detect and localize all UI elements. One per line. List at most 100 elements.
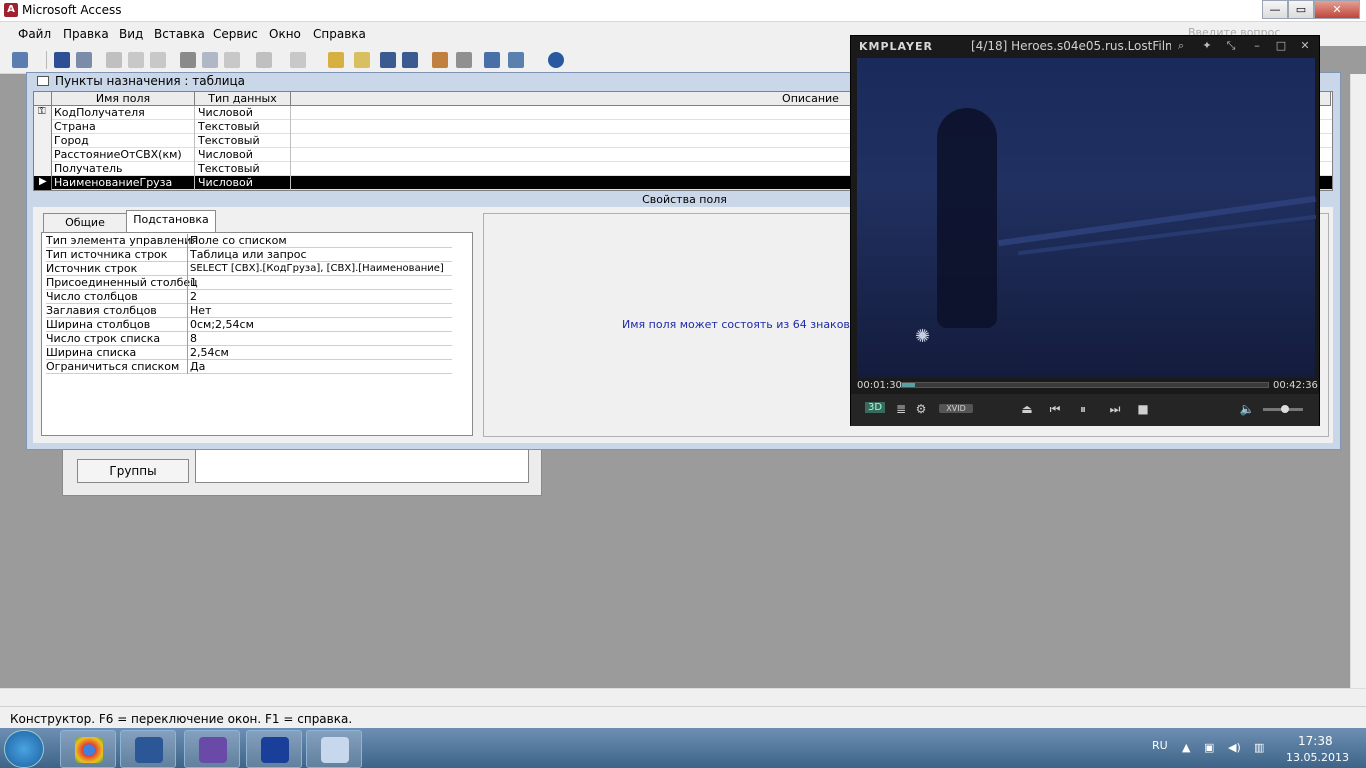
row-selector[interactable] xyxy=(34,120,52,134)
horizontal-scrollbar[interactable] xyxy=(0,688,1366,706)
property-row[interactable]: Тип элемента управления Поле со списком xyxy=(46,234,452,248)
property-row[interactable]: Источник строк SELECT [СВХ].[КодГруза], … xyxy=(46,262,452,276)
data-type-cell[interactable]: Числовой xyxy=(198,148,253,162)
cut-icon[interactable] xyxy=(180,52,196,68)
redo-icon[interactable] xyxy=(290,52,306,68)
search-icon[interactable] xyxy=(76,52,92,68)
delete-rows-icon[interactable] xyxy=(402,52,418,68)
paste-icon[interactable] xyxy=(224,52,240,68)
field-name-cell[interactable]: РасстояниеОтСВХ(км) xyxy=(54,148,182,162)
property-row[interactable]: Ширина столбцов 0см;2,54см xyxy=(46,318,452,332)
video-frame[interactable]: ✺ xyxy=(857,58,1317,378)
field-name-cell[interactable]: КодПолучателя xyxy=(54,106,145,120)
maximize-button[interactable]: ▭ xyxy=(1288,0,1314,19)
data-type-cell[interactable]: Текстовый xyxy=(198,162,260,176)
primary-key-icon[interactable] xyxy=(328,52,344,68)
property-value[interactable]: Да xyxy=(190,360,205,374)
previous-icon[interactable]: ⏮ xyxy=(1047,402,1063,417)
tray-app-icon[interactable]: ▣ xyxy=(1204,741,1214,754)
minimize-button[interactable]: — xyxy=(1262,0,1288,19)
search-icon[interactable]: ⌕ xyxy=(1175,40,1187,52)
property-value[interactable]: 0см;2,54см xyxy=(190,318,254,332)
property-value[interactable]: 2,54см xyxy=(190,346,229,360)
property-row[interactable]: Число строк списка 8 xyxy=(46,332,452,346)
maximize-icon[interactable]: □ xyxy=(1275,40,1287,52)
property-value[interactable]: 1 xyxy=(190,276,197,290)
menu-insert[interactable]: Вставка xyxy=(154,27,205,41)
start-button[interactable] xyxy=(4,730,44,768)
build-icon[interactable] xyxy=(456,52,472,68)
tab-lookup[interactable]: Подстановка xyxy=(126,210,216,233)
row-selector[interactable] xyxy=(34,134,52,148)
help-icon[interactable] xyxy=(548,52,564,68)
close-icon[interactable]: ✕ xyxy=(1299,40,1311,52)
property-value[interactable]: 8 xyxy=(190,332,197,346)
property-value[interactable]: Таблица или запрос xyxy=(190,248,307,262)
row-selector[interactable]: ⚿ xyxy=(34,106,52,120)
field-name-cell[interactable]: Страна xyxy=(54,120,96,134)
close-button[interactable]: ✕ xyxy=(1314,0,1360,19)
property-value[interactable]: 2 xyxy=(190,290,197,304)
groups-list[interactable] xyxy=(195,449,529,483)
property-value[interactable]: Нет xyxy=(190,304,211,318)
pin-icon[interactable]: ✦ xyxy=(1201,40,1213,52)
next-icon[interactable]: ⏭ xyxy=(1107,402,1123,417)
network-tray-icon[interactable]: ▥ xyxy=(1254,741,1264,754)
property-row[interactable]: Заглавия столбцов Нет xyxy=(46,304,452,318)
menu-edit[interactable]: Правка xyxy=(63,27,109,41)
seek-bar[interactable] xyxy=(901,382,1269,388)
field-name-cell[interactable]: НаименованиеГруза xyxy=(54,176,172,190)
save-icon[interactable] xyxy=(54,52,70,68)
property-row[interactable]: Присоединенный столбец 1 xyxy=(46,276,452,290)
tray-expand-icon[interactable]: ▲ xyxy=(1182,741,1190,754)
stop-icon[interactable]: ■ xyxy=(1135,402,1151,416)
preview-icon[interactable] xyxy=(128,52,144,68)
spelling-icon[interactable] xyxy=(150,52,166,68)
row-selector[interactable] xyxy=(34,162,52,176)
data-type-cell[interactable]: Числовой xyxy=(198,176,253,190)
taskbar-chrome[interactable] xyxy=(60,730,116,768)
playlist-icon[interactable]: ≣ xyxy=(893,402,909,416)
property-value[interactable]: SELECT [СВХ].[КодГруза], [СВХ].[Наименов… xyxy=(190,262,444,276)
minimize-icon[interactable]: – xyxy=(1251,40,1263,52)
field-name-cell[interactable]: Город xyxy=(54,134,89,148)
clock-time[interactable]: 17:38 xyxy=(1298,734,1333,748)
taskbar-word[interactable] xyxy=(120,730,176,768)
data-type-cell[interactable]: Числовой xyxy=(198,106,253,120)
properties-icon[interactable] xyxy=(432,52,448,68)
data-type-cell[interactable]: Текстовый xyxy=(198,134,260,148)
row-selector[interactable] xyxy=(34,148,52,162)
new-object-icon[interactable] xyxy=(508,52,524,68)
menu-help[interactable]: Справка xyxy=(313,27,366,41)
property-row[interactable]: Тип источника строк Таблица или запрос xyxy=(46,248,452,262)
row-selector[interactable]: ▶ xyxy=(34,176,52,190)
taskbar-save-app[interactable] xyxy=(246,730,302,768)
property-row[interactable]: Ширина списка 2,54см xyxy=(46,346,452,360)
insert-rows-icon[interactable] xyxy=(380,52,396,68)
groups-button[interactable]: Группы xyxy=(77,459,189,483)
volume-tray-icon[interactable]: ◀) xyxy=(1228,741,1241,754)
menu-view[interactable]: Вид xyxy=(119,27,143,41)
3d-button[interactable]: 3D xyxy=(865,402,885,413)
volume-slider[interactable] xyxy=(1263,405,1303,413)
tab-general[interactable]: Общие xyxy=(43,213,127,233)
taskbar-visual-studio[interactable] xyxy=(184,730,240,768)
volume-icon[interactable]: 🔈 xyxy=(1239,402,1255,416)
view-icon[interactable] xyxy=(12,52,28,68)
indexes-icon[interactable] xyxy=(354,52,370,68)
copy-icon[interactable] xyxy=(202,52,218,68)
property-row[interactable]: Ограничиться списком Да xyxy=(46,360,452,374)
data-type-cell[interactable]: Текстовый xyxy=(198,120,260,134)
clock-date[interactable]: 13.05.2013 xyxy=(1286,751,1349,764)
database-window-icon[interactable] xyxy=(484,52,500,68)
settings-icon[interactable]: ⚙ xyxy=(913,402,929,416)
volume-knob[interactable] xyxy=(1281,405,1289,413)
property-value[interactable]: Поле со списком xyxy=(190,234,287,248)
taskbar-windows[interactable] xyxy=(306,730,362,768)
property-row[interactable]: Число столбцов 2 xyxy=(46,290,452,304)
language-indicator[interactable]: RU xyxy=(1152,739,1168,752)
undo-icon[interactable] xyxy=(256,52,272,68)
field-name-cell[interactable]: Получатель xyxy=(54,162,122,176)
vertical-scrollbar[interactable] xyxy=(1350,74,1366,688)
menu-tools[interactable]: Сервис xyxy=(213,27,258,41)
